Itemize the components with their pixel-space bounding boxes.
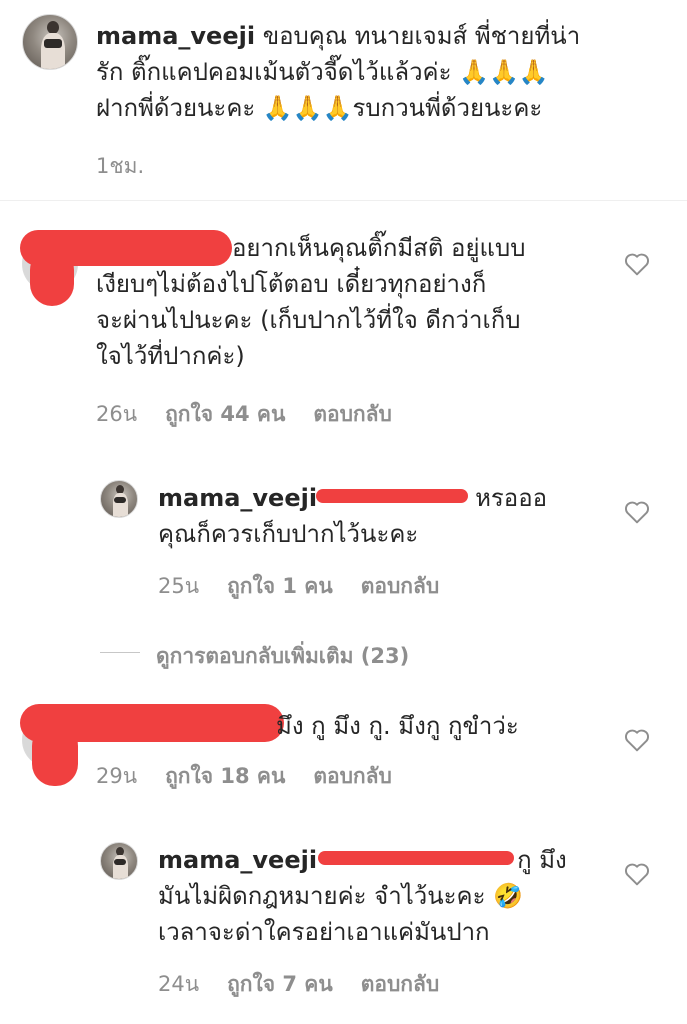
reply-line-2: คุณก็ควรเก็บปากไว้นะคะ [158,520,419,548]
view-more-text[interactable]: ดูการตอบกลับเพิ่มเติม (23) [156,644,409,668]
reply-button[interactable]: ตอบกลับ [313,402,392,426]
caption-line-2: รัก ติ๊กแคปคอมเม้นตัวจี๊ดไว้แล้วค่ะ 🙏🙏🙏 [96,58,549,86]
view-more-line [100,652,140,653]
heart-icon[interactable] [624,252,650,276]
comment-meta: 29น ถูกใจ 18 คน ตอบกลับ [96,760,420,793]
caption-username[interactable]: mama_veeji [96,22,255,50]
comment-line-1: มึง กู มึง กู. มึงกู กูขำว่ะ [276,712,519,740]
avatar-figure-top [114,859,126,865]
comment-likes[interactable]: ถูกใจ 44 คน [165,402,285,426]
divider [0,200,687,201]
avatar[interactable] [100,842,138,880]
reply-time: 25น [158,574,200,598]
comment-text: มึง กู มึง กู. มึงกู กูขำว่ะ [96,708,616,744]
heart-icon[interactable] [624,862,650,886]
caption-line-1: mama_veeji ขอบคุณ ทนายเจมส์ พี่ชายที่น่า [96,18,666,54]
caption-time: 1ชม. [96,150,172,183]
redaction-mark [32,724,78,786]
reply-likes[interactable]: ถูกใจ 7 คน [227,972,333,996]
reply-line-1-text: หรอออ [475,484,548,512]
comment-line-1: อยากเห็นคุณติ๊กมีสติ อยู่แบบ [232,234,526,262]
comment-likes[interactable]: ถูกใจ 18 คน [165,764,285,788]
caption-line-1-text: ขอบคุณ ทนายเจมส์ พี่ชายที่น่า [255,22,581,50]
comment-text: อยากเห็นคุณติ๊กมีสติ อยู่แบบ เงียบๆไม่ต้… [96,230,616,374]
reply-meta: 24น ถูกใจ 7 คน ตอบกลับ [158,968,467,1001]
redaction-mark [30,248,74,306]
reply-line-2: มันไม่ผิดกฎหมายค่ะ จำไว้นะคะ 🤣 [158,882,524,910]
caption-time-text: 1ชม. [96,154,145,178]
reply-button[interactable]: ตอบกลับ [361,574,440,598]
avatar-figure-top [114,497,126,503]
comment-time: 29น [96,764,138,788]
heart-icon[interactable] [624,500,650,524]
comment-line-3: จะผ่านไปนะคะ (เก็บปากไว้ที่ใจ ดีกว่าเก็บ [96,306,521,334]
view-more-replies[interactable]: ดูการตอบกลับเพิ่มเติม (23) [156,640,437,673]
avatar-figure-top [44,39,62,48]
reply-username[interactable]: mama_veeji [158,846,317,874]
reply-username[interactable]: mama_veeji [158,484,317,512]
caption-line-3: ฝากพี่ด้วยนะคะ 🙏🙏🙏รบกวนพี่ด้วยนะคะ [96,94,543,122]
redaction-mark [316,489,468,503]
avatar[interactable] [100,480,138,518]
reply-time: 24น [158,972,200,996]
reply-button[interactable]: ตอบกลับ [313,764,392,788]
comment-line-4: ใจไว้ที่ปากค่ะ) [96,342,245,370]
reply-likes[interactable]: ถูกใจ 1 คน [227,574,333,598]
caption-text: mama_veeji ขอบคุณ ทนายเจมส์ พี่ชายที่น่า… [96,18,666,126]
reply-meta: 25น ถูกใจ 1 คน ตอบกลับ [158,570,467,603]
heart-icon[interactable] [624,728,650,752]
comment-line-2: เงียบๆไม่ต้องไปโต้ตอบ เดี๋ยวทุกอย่างก็ [96,270,487,298]
comment-meta: 26น ถูกใจ 44 คน ตอบกลับ [96,398,420,431]
redaction-mark [318,851,514,865]
reply-line-1-text: กู มึง [517,846,567,874]
avatar[interactable] [22,14,78,70]
comment-time: 26น [96,402,138,426]
reply-line-3: เวลาจะด่าใครอย่าเอาแค่มันปาก [158,918,490,946]
reply-button[interactable]: ตอบกลับ [361,972,440,996]
